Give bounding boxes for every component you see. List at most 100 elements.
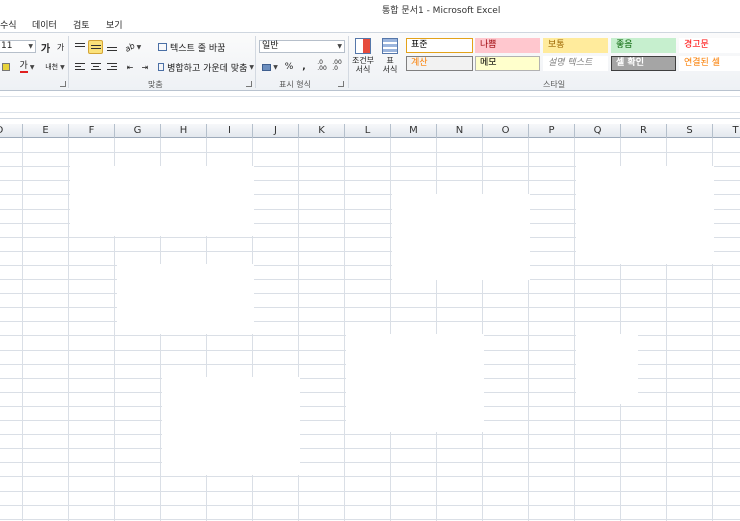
column-header-h[interactable]: H [161,124,207,138]
wrap-text-label: 텍스트 줄 바꿈 [170,43,226,54]
title-bar: 통합 문서1 - Microsoft Excel [0,0,740,16]
increase-decimal-button[interactable]: .0 .00 [315,59,329,73]
align-middle-icon [90,43,101,51]
cell-style-good[interactable]: 좋음 [611,38,676,53]
column-header-s[interactable]: S [667,124,713,138]
column-header-r[interactable]: R [621,124,667,138]
row-gridline [0,265,740,266]
column-header-m[interactable]: M [391,124,437,138]
chevron-down-icon: ▼ [337,43,342,50]
column-header-t[interactable]: T [713,124,740,138]
row-gridline [0,293,740,294]
paint-bucket-icon [2,63,10,71]
group-separator [68,36,69,88]
align-left-icon [74,63,85,71]
formula-input[interactable] [0,96,740,113]
phonetic-icon: 내천 [45,63,59,71]
font-color-button[interactable]: 가 ▼ [15,60,39,74]
styles-group-label: 스타일 [543,80,566,89]
comma-style-button[interactable]: , [298,60,310,74]
worksheet-grid[interactable]: DEFGHIJKLMNOPQRST [0,124,740,521]
orientation-button[interactable]: ab ▼ [123,40,143,54]
align-right-button[interactable] [104,60,119,74]
column-header-n[interactable]: N [437,124,483,138]
row-gridline [0,462,740,463]
number-format-combo[interactable]: 일반 ▼ [259,40,345,53]
alignment-dialog-launcher-icon[interactable] [246,81,252,87]
cell-style-neutral[interactable]: 보통 [543,38,608,53]
cell-style-linked-cell[interactable]: 연결된 셀 [679,56,740,71]
column-header-e[interactable]: E [23,124,69,138]
font-size-combo[interactable]: 11 ▼ [0,40,36,53]
tab-formulas[interactable]: 수식 [0,18,17,31]
cell-style-note[interactable]: 메모 [475,56,540,71]
column-header-k[interactable]: K [299,124,345,138]
shrink-font-button[interactable]: 가 [54,40,67,54]
tab-view[interactable]: 보기 [106,18,123,31]
grow-font-button[interactable]: 가 [39,40,52,55]
phonetic-guide-button[interactable]: 내천 ▼ [44,60,66,74]
blank-cell-area [346,334,484,432]
row-gridline [0,279,740,280]
tab-review[interactable]: 검토 [73,18,90,31]
align-top-icon [74,43,85,51]
format-as-table-button[interactable]: 표 서식 [378,35,402,77]
tab-data[interactable]: 데이터 [32,18,57,31]
decrease-indent-button[interactable]: ⇤ [123,60,137,74]
font-color-icon: 가 [19,60,28,73]
row-gridline [0,448,740,449]
column-header-d[interactable]: D [0,124,23,138]
number-format-value: 일반 [262,41,279,51]
column-header-i[interactable]: I [207,124,253,138]
column-header-f[interactable]: F [69,124,115,138]
column-header-j[interactable]: J [253,124,299,138]
align-left-button[interactable] [72,60,87,74]
grow-font-icon: 가 [40,43,51,55]
row-gridline [0,505,740,506]
ribbon-tab-bar: 수식 데이터 검토 보기 [0,16,740,32]
cell-style-bad[interactable]: 나쁨 [475,38,540,53]
increase-indent-button[interactable]: ⇥ [138,60,152,74]
cell-style-explanatory[interactable]: 설명 텍스트 [543,56,608,71]
column-header-l[interactable]: L [345,124,391,138]
decrease-decimal-button[interactable]: .00 .0 [330,59,344,73]
align-bottom-button[interactable] [104,40,119,54]
cell-style-check-cell[interactable]: 셀 확인 [611,56,676,71]
currency-icon [262,63,272,71]
align-center-button[interactable] [88,60,103,74]
comma-icon: , [302,62,306,72]
conditional-format-label-line1: 조건부 [351,56,375,65]
row-gridline [0,307,740,308]
align-center-icon [90,63,101,71]
row-gridline [0,476,740,477]
column-header-g[interactable]: G [115,124,161,138]
table-format-icon [382,38,398,54]
conditional-formatting-button[interactable]: 조건부 서식 [351,35,375,77]
align-bottom-icon [106,43,117,51]
column-header-o[interactable]: O [483,124,529,138]
fill-color-button[interactable] [0,60,14,74]
font-dialog-launcher-icon[interactable] [60,81,66,87]
blank-cell-area [70,166,254,236]
row-gridline [0,491,740,492]
cell-style-normal[interactable]: 표준 [406,38,473,53]
column-header-p[interactable]: P [529,124,575,138]
chevron-down-icon: ▼ [249,63,254,71]
conditional-format-label-line2: 서식 [355,65,371,74]
column-header-q[interactable]: Q [575,124,621,138]
wrap-text-button[interactable]: 텍스트 줄 바꿈 [157,40,227,54]
align-middle-button[interactable] [88,40,103,54]
number-dialog-launcher-icon[interactable] [338,81,344,87]
chevron-down-icon: ▼ [136,43,142,51]
group-separator [255,36,256,88]
shrink-font-icon: 가 [56,42,65,52]
merge-center-button[interactable]: 병합하고 가운데 맞춤 ▼ [157,60,255,74]
percent-style-button[interactable]: % [283,60,295,74]
accounting-format-button[interactable]: ▼ [259,60,281,74]
align-top-button[interactable] [72,40,87,54]
cell-style-warning[interactable]: 경고문 [679,38,740,53]
alignment-group-label: 맞춤 [148,80,163,89]
cell-style-calculation[interactable]: 계산 [406,56,473,71]
wrap-text-icon [158,43,167,51]
align-right-icon [106,63,117,71]
